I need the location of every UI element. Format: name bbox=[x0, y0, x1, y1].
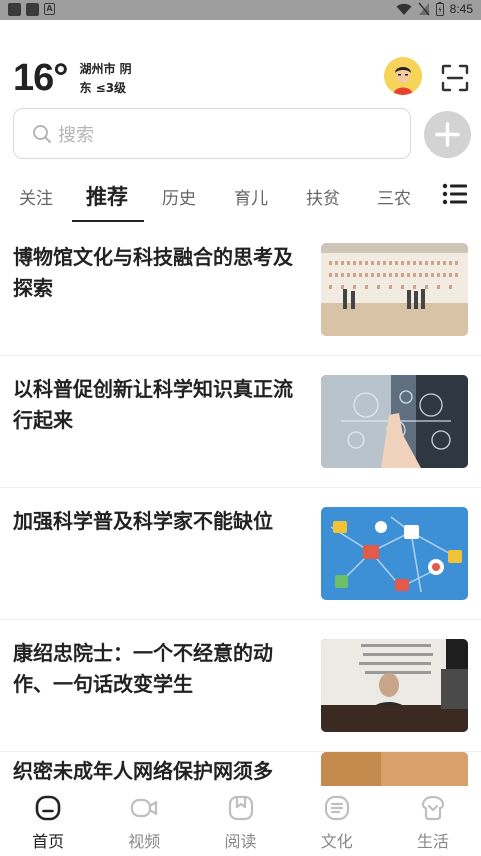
life-icon bbox=[421, 795, 445, 821]
video-icon bbox=[131, 798, 158, 818]
news-thumbnail-lecture bbox=[321, 639, 468, 732]
status-bar: A 8:45 bbox=[0, 0, 481, 20]
nav-home[interactable]: 首页 bbox=[0, 786, 96, 856]
weather-wind: 东 ≤3级 bbox=[79, 81, 127, 95]
plus-icon bbox=[435, 122, 460, 147]
active-tab-indicator bbox=[72, 220, 144, 222]
read-icon bbox=[228, 795, 253, 821]
nav-label: 首页 bbox=[32, 832, 65, 851]
notification-icon bbox=[8, 3, 21, 16]
bottom-navigation: 首页 视频 阅读 文化 生活 bbox=[0, 786, 481, 856]
news-title: 加强科学普及科学家不能缺位 bbox=[13, 509, 273, 533]
weather-info: 湖州市 阴 东 ≤3级 bbox=[79, 60, 131, 96]
news-feed: 博物馆文化与科技融合的思考及探索 以科普促创新让科学知识真正流行起来 加强科学普… bbox=[0, 224, 481, 812]
a-icon: A bbox=[44, 3, 55, 15]
weather-location: 湖州市 阴 bbox=[79, 62, 132, 76]
tab-parenting[interactable]: 育儿 bbox=[234, 184, 268, 209]
wifi-icon bbox=[396, 3, 412, 15]
user-avatar-icon bbox=[384, 57, 422, 95]
search-input[interactable]: 搜索 bbox=[58, 121, 94, 147]
search-bar[interactable]: 搜索 bbox=[13, 108, 411, 159]
nav-video[interactable]: 视频 bbox=[96, 786, 192, 856]
channel-tabs: 关注 推荐 历史 育儿 扶贫 三农 bbox=[0, 170, 481, 222]
news-title: 以科普促创新让科学知识真正流行起来 bbox=[13, 377, 293, 432]
tab-poverty-relief[interactable]: 扶贫 bbox=[306, 184, 340, 209]
tab-history[interactable]: 历史 bbox=[162, 184, 196, 209]
news-thumbnail-tech bbox=[321, 375, 468, 468]
channel-menu-icon[interactable] bbox=[442, 182, 468, 206]
nav-culture[interactable]: 文化 bbox=[289, 786, 385, 856]
tab-recommend[interactable]: 推荐 bbox=[86, 181, 128, 211]
nav-label: 生活 bbox=[416, 832, 449, 851]
search-icon bbox=[33, 124, 51, 143]
add-button[interactable] bbox=[424, 111, 471, 158]
nav-label: 阅读 bbox=[224, 832, 257, 851]
scan-icon[interactable] bbox=[440, 63, 470, 93]
nav-label: 视频 bbox=[128, 832, 161, 851]
battery-icon bbox=[435, 2, 444, 16]
home-icon bbox=[35, 795, 61, 821]
nav-read[interactable]: 阅读 bbox=[192, 786, 288, 856]
news-thumbnail-museum bbox=[321, 243, 468, 336]
news-item[interactable]: 以科普促创新让科学知识真正流行起来 bbox=[0, 356, 481, 488]
news-item[interactable]: 加强科学普及科学家不能缺位 bbox=[0, 488, 481, 620]
no-signal-icon bbox=[418, 2, 430, 16]
news-title: 织密未成年人网络保护网须多 bbox=[13, 759, 273, 783]
notification-icons: A bbox=[8, 3, 55, 16]
weather-widget[interactable]: 16° 湖州市 阴 东 ≤3级 bbox=[13, 55, 132, 101]
tab-agriculture[interactable]: 三农 bbox=[377, 184, 411, 209]
tab-follow[interactable]: 关注 bbox=[19, 184, 53, 209]
temperature: 16° bbox=[13, 57, 68, 99]
avatar[interactable] bbox=[384, 57, 422, 95]
news-item[interactable]: 康绍忠院士：一个不经意的动作、一句话改变学生 bbox=[0, 620, 481, 752]
nav-label: 文化 bbox=[320, 832, 353, 851]
news-title: 康绍忠院士：一个不经意的动作、一句话改变学生 bbox=[13, 641, 273, 696]
notification-icon bbox=[26, 3, 39, 16]
news-item[interactable]: 博物馆文化与科技融合的思考及探索 bbox=[0, 224, 481, 356]
nav-life[interactable]: 生活 bbox=[385, 786, 481, 856]
news-title: 博物馆文化与科技融合的思考及探索 bbox=[13, 245, 293, 300]
status-right: 8:45 bbox=[396, 2, 473, 16]
clock: 8:45 bbox=[449, 2, 473, 16]
news-thumbnail-network bbox=[321, 507, 468, 600]
culture-icon bbox=[324, 795, 349, 821]
